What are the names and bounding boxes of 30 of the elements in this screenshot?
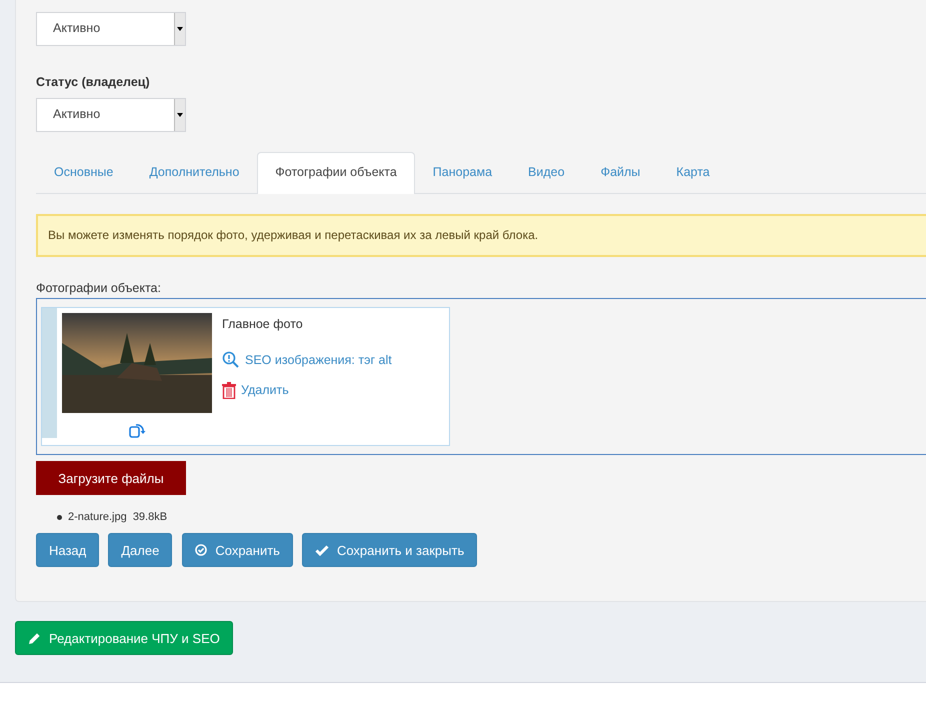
upload-button[interactable]: Загрузите файлы xyxy=(36,461,186,495)
rotate-icon[interactable] xyxy=(128,423,146,438)
tab[interactable]: Дополнительно xyxy=(131,152,258,194)
tab[interactable]: Фотографии объекта xyxy=(257,152,415,194)
delete-link[interactable]: Удалить xyxy=(222,375,392,405)
nav-button[interactable]: Назад xyxy=(36,533,100,567)
tab[interactable]: Основные xyxy=(36,152,132,194)
tab[interactable]: Панорама xyxy=(414,152,510,194)
check-circle-icon xyxy=(195,544,208,556)
tab[interactable]: Видео xyxy=(510,152,583,194)
drag-handle[interactable] xyxy=(42,308,57,438)
search-icon xyxy=(222,351,240,369)
bullet-icon xyxy=(57,514,62,520)
status-select[interactable]: Активно xyxy=(36,12,186,46)
trash-icon xyxy=(222,382,236,398)
seo-link[interactable]: SEO изображения: тэг alt xyxy=(222,345,392,375)
save-close-button[interactable]: Сохранить и закрыть xyxy=(302,533,478,567)
file-item: 2-nature.jpg 39.8kB xyxy=(68,511,168,523)
photo-caption: Главное фото xyxy=(222,317,304,333)
info-alert: Вы можете изменять порядок фото, удерживая и перетаскивая их за левый край блока. xyxy=(36,214,926,257)
pencil-icon xyxy=(28,632,41,644)
save-button[interactable]: Сохранить xyxy=(182,533,293,567)
field-label: Фотографии объекта: xyxy=(36,281,162,295)
seo-edit-button[interactable]: Редактирование ЧПУ и SEO xyxy=(15,621,233,655)
nav-button[interactable]: Далее xyxy=(108,533,172,567)
tab[interactable]: Файлы xyxy=(582,152,658,194)
status-select[interactable]: Активно xyxy=(36,98,186,132)
tab[interactable]: Карта xyxy=(658,152,728,194)
check-icon xyxy=(314,544,329,556)
field-label: Статус (владелец) xyxy=(36,75,151,91)
